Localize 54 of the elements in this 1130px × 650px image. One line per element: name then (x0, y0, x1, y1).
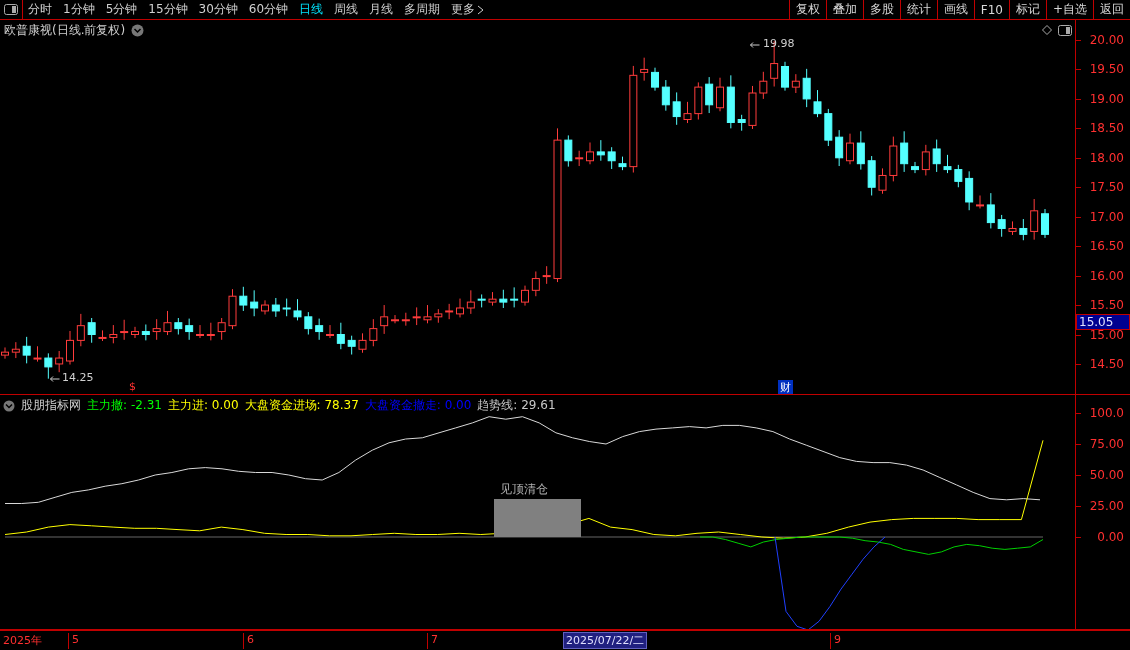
year-label: 2025年 (2, 633, 42, 649)
price-axis-label: 16.00 (1089, 268, 1124, 283)
period-tab[interactable]: 月线 (364, 0, 400, 19)
indicator-axis-label: 75.00 (1089, 437, 1124, 451)
chart-title: 欧普康视(日线.前复权) (4, 22, 126, 39)
period-tab[interactable]: 多周期 (399, 0, 447, 19)
period-tab[interactable]: 分时 (23, 0, 58, 19)
price-axis-label: 15.50 (1089, 298, 1124, 313)
month-label: 6 (243, 633, 254, 649)
signal-label: 见顶清仓 (500, 481, 548, 498)
dropdown-icon[interactable] (3, 399, 15, 412)
legend-item: 主力进: 0.00 (167, 397, 239, 414)
dividend-marker[interactable]: $ (127, 380, 138, 393)
price-axis-label: 18.00 (1089, 150, 1124, 165)
price-axis-label: 17.00 (1089, 209, 1124, 224)
period-tab[interactable]: 30分钟 (193, 0, 244, 19)
price-axis-label: 15.00 (1089, 327, 1124, 342)
month-label: 7 (427, 633, 438, 649)
current-price-tag: 15.05 (1076, 314, 1130, 330)
indicator-axis-label: 25.00 (1089, 499, 1124, 513)
price-axis-label: 16.50 (1089, 239, 1124, 254)
leader-line (50, 376, 60, 382)
low-price-label: 14.25 (62, 371, 94, 384)
price-axis-label: 19.50 (1089, 62, 1124, 77)
leader-line (750, 42, 760, 48)
price-axis-label: 19.00 (1089, 91, 1124, 106)
price-axis-label: 14.50 (1089, 356, 1124, 371)
period-tab[interactable]: 周线 (329, 0, 365, 19)
legend-item: 趋势线: 29.61 (477, 397, 556, 414)
chevron-right-icon (477, 4, 485, 15)
price-axis-label: 18.50 (1089, 121, 1124, 136)
cursor-date-label: 2025/07/22/二 (563, 632, 648, 649)
indicator-axis-label: 0.00 (1097, 530, 1124, 544)
month-label: 5 (68, 633, 79, 649)
panel-icon[interactable] (1058, 25, 1072, 36)
diamond-icon[interactable] (1042, 25, 1052, 35)
legend-item: 大盘资金进场: 78.37 (244, 397, 359, 414)
month-label: 9 (830, 633, 841, 649)
panel-icon (4, 4, 18, 15)
legend-item: 大盘资金撤走: 0.00 (364, 397, 472, 414)
period-tab[interactable]: 60分钟 (243, 0, 295, 19)
period-tab[interactable]: 15分钟 (143, 0, 194, 19)
period-tab[interactable]: 5分钟 (100, 0, 144, 19)
dropdown-icon[interactable] (131, 24, 145, 37)
legend-item: 主力撤: -2.31 (87, 397, 162, 414)
indicator-name: 股朋指标网 (21, 397, 81, 414)
period-tab[interactable]: 日线 (294, 0, 330, 19)
finance-marker[interactable]: 财 (778, 380, 793, 394)
period-tab[interactable]: 1分钟 (58, 0, 101, 19)
price-axis-label: 17.50 (1089, 180, 1124, 195)
price-axis-label: 20.00 (1089, 33, 1124, 47)
period-tab[interactable]: 更多 (446, 0, 491, 19)
indicator-axis-label: 50.00 (1089, 468, 1124, 482)
indicator-axis-label: 100.0 (1089, 406, 1124, 420)
